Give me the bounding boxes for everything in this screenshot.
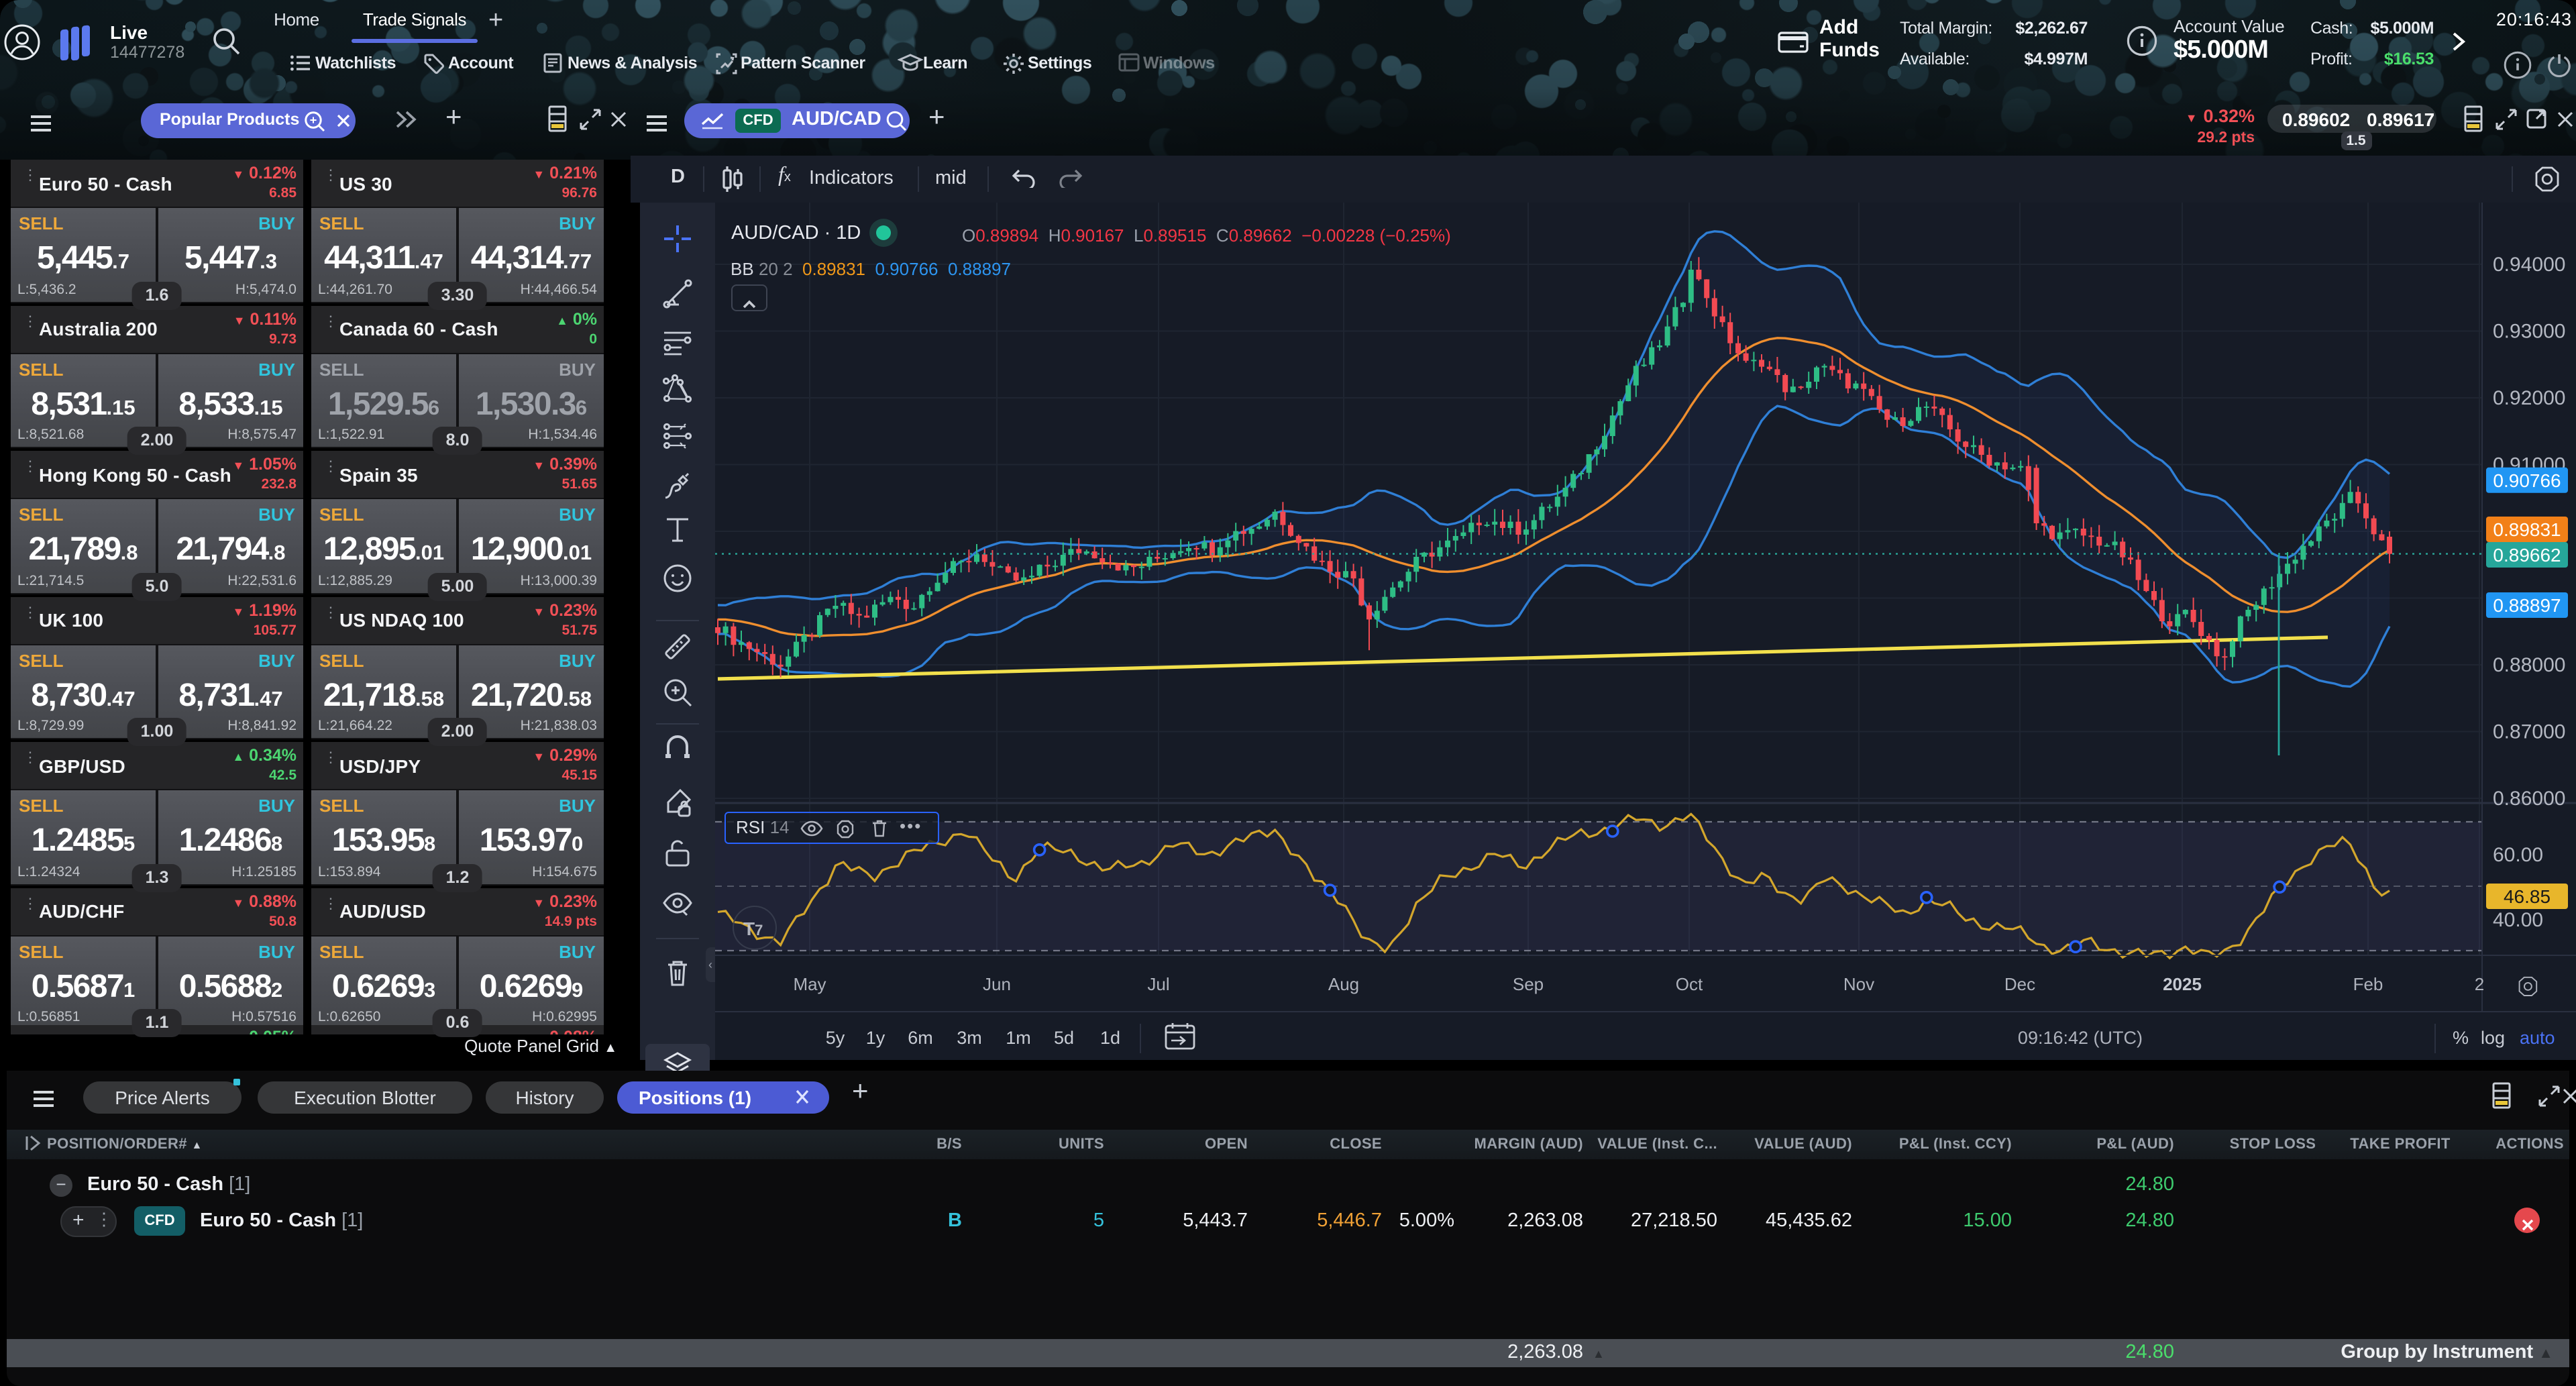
svg-text:0.87000: 0.87000 (2493, 721, 2565, 743)
svg-text:5y: 5y (826, 1028, 845, 1048)
svg-text:May: May (793, 974, 826, 994)
svg-text:6m: 6m (908, 1028, 933, 1048)
svg-text:0.93000: 0.93000 (2493, 321, 2565, 343)
svg-text:0.92000: 0.92000 (2493, 387, 2565, 409)
svg-text:0.86000: 0.86000 (2493, 788, 2565, 810)
svg-text:Aug: Aug (1328, 974, 1359, 994)
svg-text:0.90766: 0.90766 (2493, 470, 2561, 491)
svg-text:0.88897: 0.88897 (2493, 595, 2561, 616)
svg-text:5d: 5d (1054, 1028, 1074, 1048)
svg-text:Dec: Dec (2004, 974, 2035, 994)
svg-text:1d: 1d (1100, 1028, 1120, 1048)
svg-text:0.88000: 0.88000 (2493, 654, 2565, 676)
svg-text:auto: auto (2520, 1028, 2555, 1048)
svg-text:Oct: Oct (1676, 974, 1703, 994)
svg-text:2: 2 (2475, 974, 2484, 994)
svg-text:1y: 1y (866, 1028, 885, 1048)
svg-text:46.85: 46.85 (2504, 886, 2551, 907)
svg-text:0.89662: 0.89662 (2493, 545, 2561, 566)
svg-text:Feb: Feb (2353, 974, 2383, 994)
svg-text:3m: 3m (957, 1028, 982, 1048)
svg-text:0.94000: 0.94000 (2493, 254, 2565, 276)
svg-text:Sep: Sep (1513, 974, 1544, 994)
svg-text:Jun: Jun (983, 974, 1011, 994)
svg-text:Jul: Jul (1147, 974, 1169, 994)
svg-text:log: log (2481, 1028, 2505, 1048)
svg-text:Nov: Nov (1843, 974, 1874, 994)
svg-text:0.89831: 0.89831 (2493, 519, 2561, 540)
svg-text:2025: 2025 (2163, 974, 2202, 994)
svg-text:40.00: 40.00 (2493, 909, 2543, 931)
svg-text:%: % (2453, 1028, 2469, 1048)
svg-text:60.00: 60.00 (2493, 844, 2543, 866)
svg-text:09:16:42 (UTC): 09:16:42 (UTC) (2018, 1028, 2143, 1048)
svg-text:1m: 1m (1006, 1028, 1031, 1048)
